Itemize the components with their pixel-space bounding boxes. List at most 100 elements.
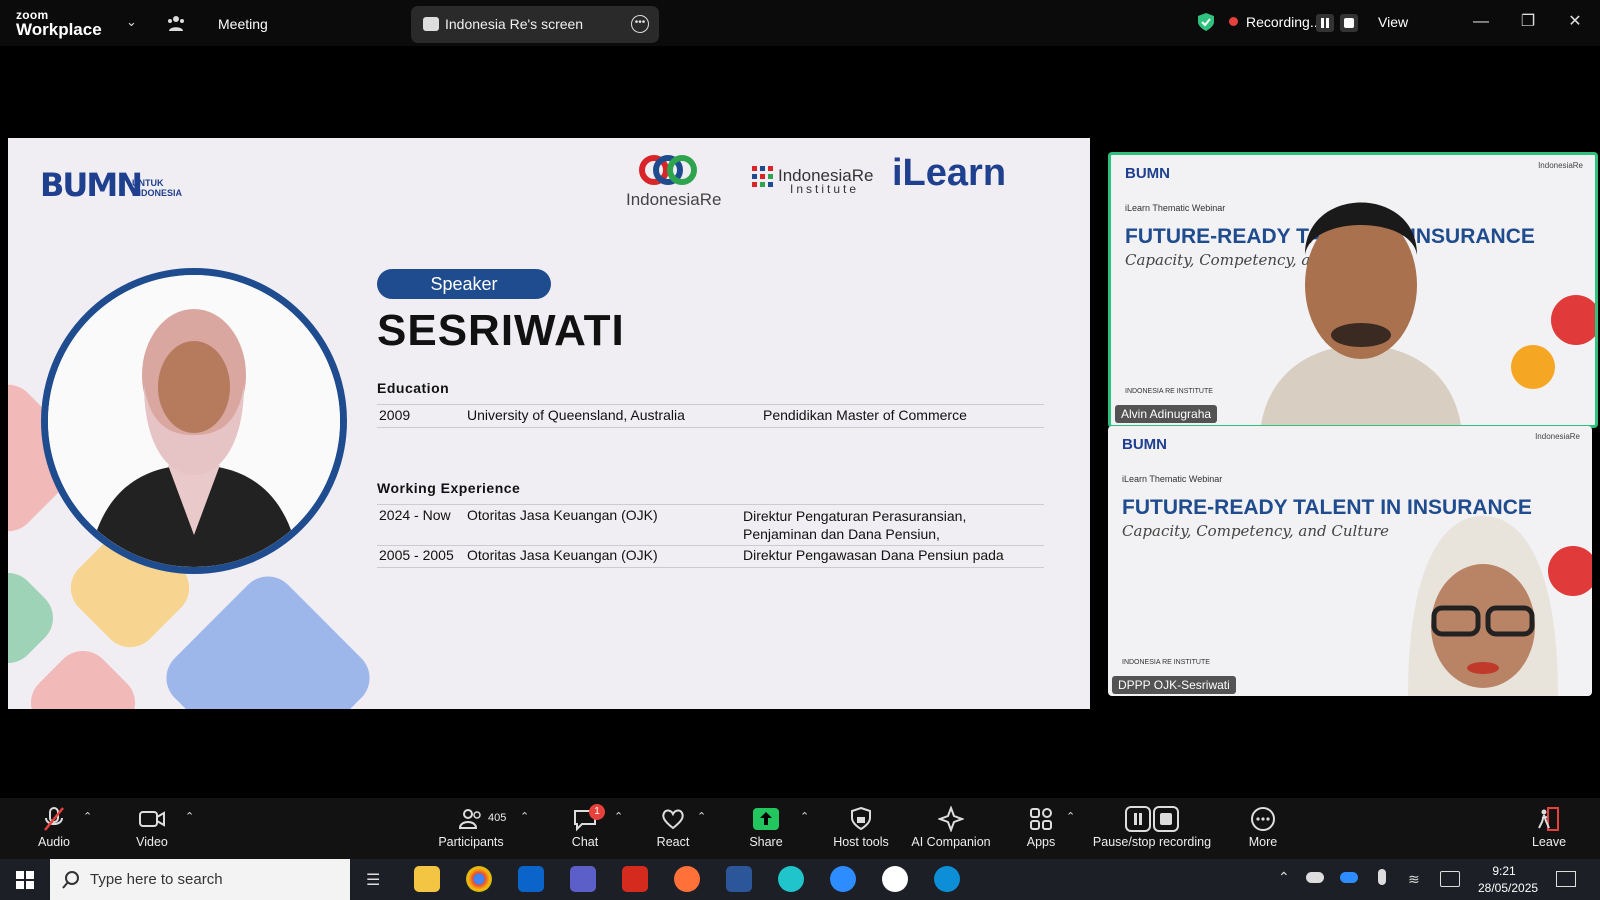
wifi-icon[interactable]: ≋ — [1408, 871, 1420, 888]
video-label: Video — [136, 835, 168, 849]
title-bar: zoom Workplace ⌄ Meeting Indonesia Re's … — [0, 0, 1600, 46]
pause-stop-recording-button[interactable]: Pause/stop recording — [1090, 798, 1214, 859]
pause-recording-button[interactable] — [1316, 14, 1334, 32]
minimize-button[interactable]: — — [1466, 10, 1496, 34]
audio-options-chevron-icon[interactable]: ⌃ — [83, 810, 92, 823]
firefox-icon[interactable] — [674, 866, 700, 892]
speaker-photo — [41, 268, 347, 574]
leave-button[interactable]: Leave — [1524, 798, 1574, 859]
clock-date: 28/05/2025 — [1478, 881, 1539, 895]
meeting-icon — [168, 16, 184, 31]
tile-ire-logo: IndonesiaRe — [1538, 161, 1583, 170]
chat-label: Chat — [571, 835, 599, 849]
recording-label: Recording... — [1246, 14, 1322, 30]
taskbar-clock[interactable]: 9:21 28/05/2025 — [1478, 863, 1539, 897]
apps-button[interactable]: Apps — [1016, 798, 1066, 859]
acrobat-icon[interactable] — [622, 866, 648, 892]
media-player-icon[interactable] — [882, 866, 908, 892]
participant-video-icon — [1408, 516, 1558, 696]
participants-count: 405 — [488, 812, 507, 824]
microphone-tray-icon[interactable] — [1378, 869, 1386, 885]
search-icon — [62, 871, 79, 889]
audio-button[interactable]: Audio — [22, 798, 86, 859]
microphone-muted-icon — [44, 807, 64, 831]
task-view-icon[interactable]: ☰ — [366, 870, 380, 890]
notifications-icon[interactable] — [1556, 871, 1576, 887]
work-role: Direktur Pengawasan Dana Pensiun pada — [743, 547, 1004, 563]
screen-share-icon — [423, 17, 439, 31]
tile-org-label: INDONESIA RE INSTITUTE — [1122, 659, 1210, 666]
tile-bumn-logo: BUMN — [1122, 436, 1167, 453]
chat-options-chevron-icon[interactable]: ⌃ — [614, 810, 623, 823]
outlook-icon[interactable] — [518, 866, 544, 892]
institute-logo-subtitle: Institute — [790, 182, 860, 196]
view-menu[interactable]: View — [1378, 14, 1408, 30]
host-tools-shield-icon — [851, 806, 871, 831]
participant-video-tile[interactable]: BUMN IndonesiaRe iLearn Thematic Webinar… — [1108, 152, 1598, 428]
host-tools-label: Host tools — [833, 835, 889, 849]
react-options-chevron-icon[interactable]: ⌃ — [697, 810, 706, 823]
leave-icon — [1538, 807, 1559, 831]
share-options-chevron-icon[interactable]: ⌃ — [800, 810, 809, 823]
bumn-logo-subtitle: UNTUK INDONESIA — [132, 178, 183, 198]
education-institution: University of Queensland, Australia — [467, 407, 685, 423]
tile-webinar-label: iLearn Thematic Webinar — [1122, 474, 1223, 484]
pause-stop-recording-icon — [1125, 806, 1179, 832]
language-icon[interactable] — [1440, 871, 1460, 887]
windows-start-icon[interactable] — [16, 871, 34, 889]
react-button[interactable]: React — [648, 798, 698, 859]
security-shield-icon[interactable] — [1197, 12, 1215, 32]
speaker-portrait-icon — [48, 275, 340, 567]
participants-options-chevron-icon[interactable]: ⌃ — [520, 810, 529, 823]
participants-icon — [458, 809, 481, 829]
participant-video-tile[interactable]: BUMN IndonesiaRe iLearn Thematic Webinar… — [1108, 426, 1592, 696]
onedrive-icon[interactable] — [1306, 872, 1324, 883]
sparkle-icon — [938, 806, 964, 832]
video-options-chevron-icon[interactable]: ⌃ — [185, 810, 194, 823]
participant-name-label: Alvin Adinugraha — [1115, 405, 1218, 423]
apps-options-chevron-icon[interactable]: ⌃ — [1066, 810, 1075, 823]
more-label: More — [1248, 835, 1278, 849]
participants-button[interactable]: Participants — [436, 798, 506, 859]
ai-companion-label: AI Companion — [911, 835, 991, 849]
close-button[interactable]: ✕ — [1560, 10, 1590, 34]
tray-chevron-icon[interactable]: ⌃ — [1278, 869, 1290, 886]
react-label: React — [656, 835, 690, 849]
word-icon[interactable] — [726, 866, 752, 892]
education-degree: Pendidikan Master of Commerce — [763, 407, 967, 423]
more-icon — [1251, 807, 1275, 831]
windows-taskbar: Type here to search ☰ ⌃ ≋ 9:21 28/05/202… — [0, 859, 1600, 900]
work-role: Direktur Pengaturan Perasuransian, Penja… — [743, 508, 967, 542]
education-table: 2009 University of Queensland, Australia… — [377, 404, 1044, 428]
decor-shape — [19, 639, 147, 709]
work-organization: Otoritas Jasa Keuangan (OJK) — [467, 507, 658, 523]
decor-shape — [1540, 284, 1595, 356]
meeting-menu[interactable]: Meeting — [218, 16, 268, 32]
video-button[interactable]: Video — [120, 798, 184, 859]
tile-ire-logo: IndonesiaRe — [1535, 432, 1580, 441]
share-button[interactable]: Share — [741, 798, 791, 859]
chrome-icon[interactable] — [466, 866, 492, 892]
teams-icon[interactable] — [570, 866, 596, 892]
restore-button[interactable]: ❐ — [1513, 10, 1543, 34]
more-button[interactable]: More — [1238, 798, 1288, 859]
edge-icon[interactable] — [934, 866, 960, 892]
video-camera-icon — [139, 811, 165, 827]
more-options-icon[interactable]: ••• — [631, 15, 649, 33]
table-row: 2009 University of Queensland, Australia… — [377, 404, 1044, 428]
work-period: 2024 - Now — [379, 507, 451, 523]
app-menu-chevron-icon[interactable]: ⌄ — [126, 14, 137, 30]
apps-grid-icon — [1030, 808, 1052, 830]
file-explorer-icon[interactable] — [414, 866, 440, 892]
participants-label: Participants — [438, 835, 504, 849]
screen-share-indicator[interactable]: Indonesia Re's screen ••• — [411, 6, 659, 43]
host-tools-button[interactable]: Host tools — [826, 798, 896, 859]
ai-companion-button[interactable]: AI Companion — [906, 798, 996, 859]
taskbar-search-box[interactable]: Type here to search — [50, 859, 350, 900]
onedrive-business-icon[interactable] — [1340, 872, 1358, 883]
zoom-icon[interactable] — [830, 866, 856, 892]
stop-recording-button[interactable] — [1340, 14, 1358, 32]
work-organization: Otoritas Jasa Keuangan (OJK) — [467, 547, 658, 563]
meeting-toolbar: Audio ⌃ Video ⌃ Participants 405 ⌃ Chat … — [0, 798, 1600, 859]
canva-icon[interactable] — [778, 866, 804, 892]
